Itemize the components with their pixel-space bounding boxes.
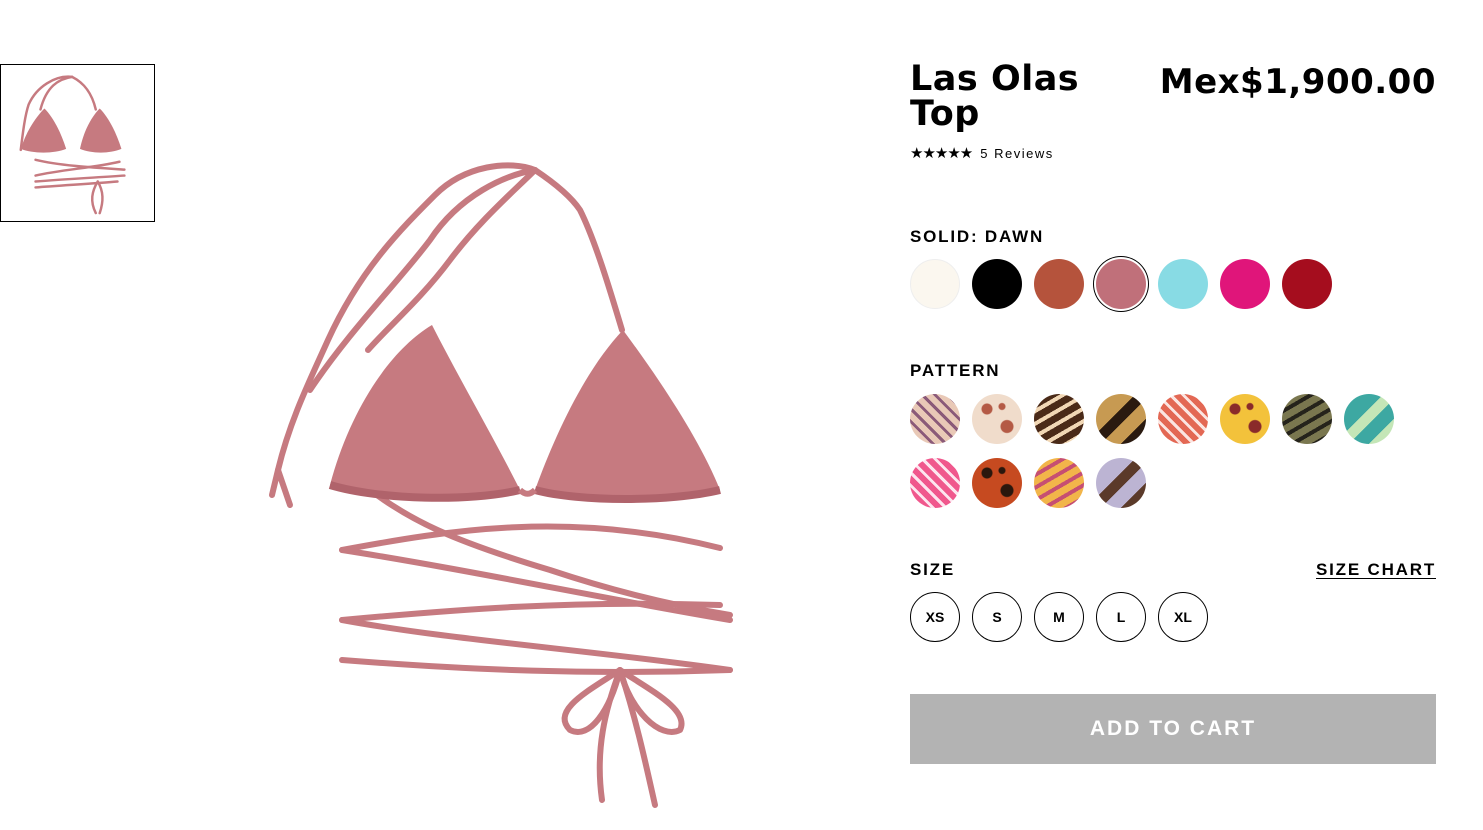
thumbnail-image[interactable] (0, 64, 155, 222)
swatch-pattern-pink-patch[interactable] (910, 458, 960, 508)
swatch-ivory[interactable] (910, 259, 960, 309)
product-price: Mex$1,900.00 (1159, 62, 1436, 102)
swatch-pattern-orange-geo[interactable] (972, 458, 1022, 508)
swatch-dawn[interactable] (1096, 259, 1146, 309)
product-image (250, 150, 770, 820)
size-options: XS S M L XL (910, 592, 1208, 642)
size-option-xl[interactable]: XL (1158, 592, 1208, 642)
pattern-swatches-row (910, 458, 1146, 508)
swatch-black[interactable] (972, 259, 1022, 309)
swatch-fuchsia[interactable] (1220, 259, 1270, 309)
swatch-aqua[interactable] (1158, 259, 1208, 309)
size-label: SIZE (910, 560, 955, 579)
pattern-swatches-row (910, 394, 1394, 444)
reviews-link[interactable]: 5 Reviews (980, 146, 1053, 161)
swatch-pattern-red-wave[interactable] (1158, 394, 1208, 444)
size-option-xs[interactable]: XS (910, 592, 960, 642)
swatch-red[interactable] (1282, 259, 1332, 309)
size-chart-link[interactable]: SIZE CHART (1316, 560, 1436, 580)
size-option-l[interactable]: L (1096, 592, 1146, 642)
swatch-pattern-print-cream[interactable] (972, 394, 1022, 444)
swatch-pattern-olive-stripe[interactable] (1282, 394, 1332, 444)
pattern-label: PATTERN (910, 361, 1001, 380)
product-bikini-top (269, 162, 733, 808)
add-to-cart-button[interactable]: ADD TO CART (910, 694, 1436, 764)
rating-stars-icon: ★★★★★ (910, 145, 973, 162)
swatch-pattern-patchwork[interactable] (1220, 394, 1270, 444)
swatch-pattern-lavender-patch[interactable] (1096, 458, 1146, 508)
rating[interactable]: ★★★★★ 5 Reviews (910, 146, 1054, 161)
swatch-pattern-brown-geo[interactable] (1034, 394, 1084, 444)
swatch-pattern-yellow-print[interactable] (1034, 458, 1084, 508)
swatch-pattern-leopard[interactable] (1096, 394, 1146, 444)
swatch-rust[interactable] (1034, 259, 1084, 309)
size-option-m[interactable]: M (1034, 592, 1084, 642)
thumbnail-bikini-top (19, 75, 126, 215)
solid-color-label: SOLID: DAWN (910, 227, 1045, 246)
solid-swatches (910, 259, 1332, 309)
size-option-s[interactable]: S (972, 592, 1022, 642)
swatch-pattern-swirl[interactable] (910, 394, 960, 444)
product-title: Las Olas Top (910, 59, 1080, 134)
swatch-pattern-teal-wave[interactable] (1344, 394, 1394, 444)
